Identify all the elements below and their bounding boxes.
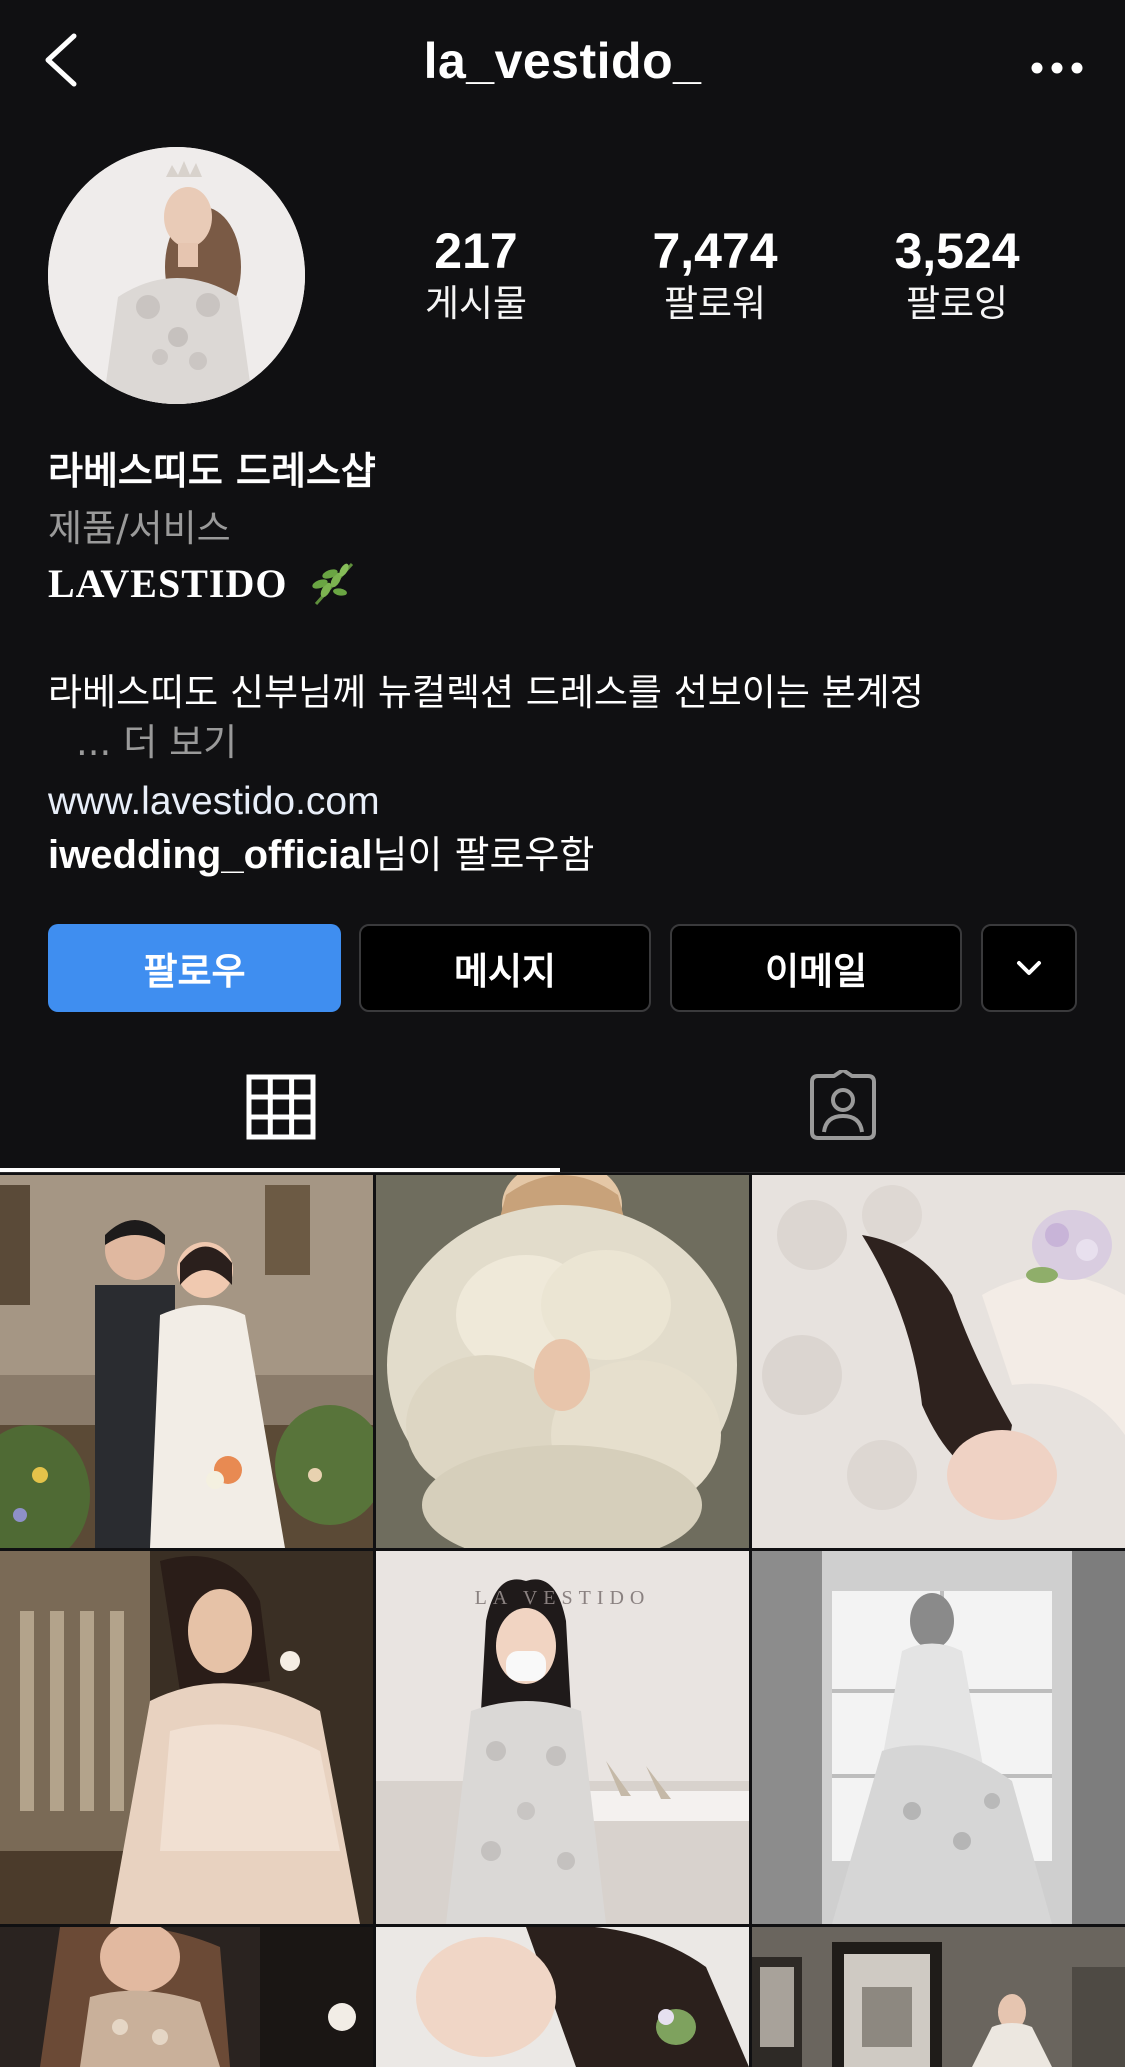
email-button[interactable]: 이메일 — [670, 924, 962, 1012]
post-thumbnail[interactable] — [752, 1551, 1125, 1924]
more-dots: ... — [76, 721, 112, 764]
post-watermark: LA VESTIDO — [474, 1587, 651, 1609]
more-horizontal-icon — [1031, 62, 1083, 74]
more-options-button[interactable] — [1027, 50, 1087, 86]
profile-category: 제품/서비스 — [48, 507, 231, 550]
stat-posts[interactable]: 217 게시물 — [366, 222, 586, 328]
post-thumbnail[interactable]: LA VESTIDO — [376, 1551, 749, 1924]
message-button[interactable]: 메시지 — [359, 924, 651, 1012]
post-thumbnail[interactable] — [0, 1175, 373, 1548]
post-image-interior — [752, 1927, 1125, 2067]
following-label: 팔로잉 — [905, 282, 1009, 325]
post-image-bride-window — [752, 1551, 1125, 1924]
post-image-bride-seated — [0, 1551, 373, 1924]
followed-by[interactable]: iwedding_official님이 팔로우함 — [48, 830, 594, 880]
stat-following[interactable]: 3,524 팔로잉 — [847, 222, 1067, 328]
tab-posts-grid[interactable] — [0, 1040, 562, 1173]
post-image-tulle-dress — [376, 1175, 749, 1548]
grid-icon — [246, 1074, 316, 1139]
post-thumbnail[interactable] — [0, 1551, 373, 1924]
profile-website-link[interactable]: www.lavestido.com — [48, 777, 380, 827]
chevron-down-icon — [1017, 961, 1041, 975]
profile-avatar[interactable] — [48, 147, 305, 404]
followers-label: 팔로워 — [663, 282, 767, 325]
see-more-label: 더 보기 — [123, 721, 238, 764]
suggestions-dropdown-button[interactable] — [981, 924, 1077, 1012]
post-image-bride-lying — [752, 1175, 1125, 1548]
see-more-link[interactable]: ... 더 보기 — [48, 718, 237, 768]
post-image-bride-profile — [376, 1927, 749, 2067]
followed-by-suffix: 님이 팔로우함 — [372, 833, 595, 877]
tab-divider — [0, 1172, 1125, 1173]
post-thumbnail[interactable] — [752, 1175, 1125, 1548]
post-image-bride-lace — [0, 1927, 373, 2067]
avatar-image — [48, 147, 305, 404]
stat-followers[interactable]: 7,474 팔로워 — [605, 222, 825, 328]
profile-header: la_vestido_ — [0, 0, 1125, 130]
follow-button[interactable]: 팔로우 — [48, 924, 341, 1012]
followers-count: 7,474 — [652, 223, 778, 279]
followed-by-user: iwedding_official — [48, 833, 373, 877]
tab-tagged[interactable] — [562, 1040, 1124, 1173]
profile-description: 라베스띠도 신부님께 뉴컬렉션 드레스를 선보이는 본계정 — [48, 671, 924, 714]
leaf-icon — [312, 562, 354, 605]
following-count: 3,524 — [894, 223, 1020, 279]
post-thumbnail[interactable] — [376, 1175, 749, 1548]
profile-display-name: 라베스띠도 드레스샵 — [48, 449, 376, 493]
post-thumbnail[interactable] — [752, 1927, 1125, 2067]
post-image-couple — [0, 1175, 373, 1548]
tagged-person-icon — [810, 1069, 876, 1140]
profile-username: la_vestido_ — [423, 33, 702, 89]
posts-label: 게시물 — [424, 282, 528, 325]
posts-count: 217 — [434, 223, 518, 279]
post-thumbnail[interactable] — [0, 1927, 373, 2067]
profile-brand-line: LAVESTIDO — [48, 561, 288, 606]
post-thumbnail[interactable] — [376, 1927, 749, 2067]
